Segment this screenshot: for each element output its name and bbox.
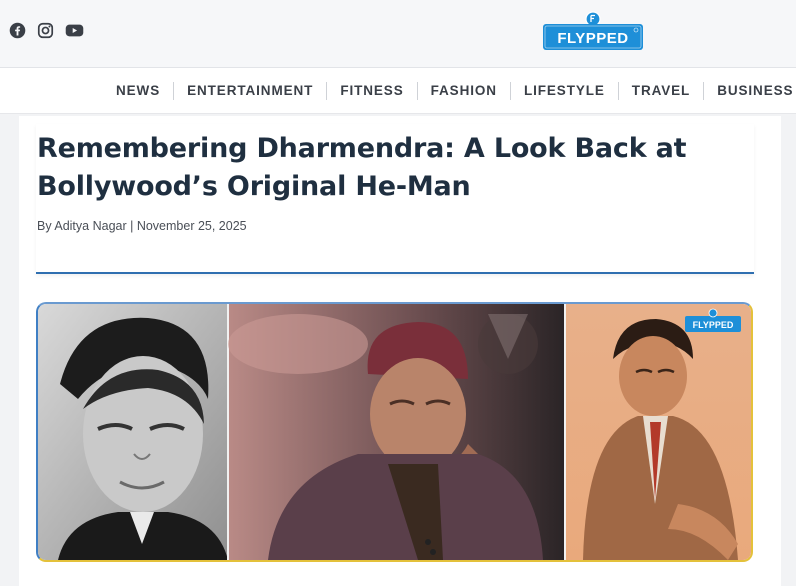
nav-item-lifestyle[interactable]: LIFESTYLE xyxy=(511,82,619,100)
nav-item-news[interactable]: NEWS xyxy=(102,82,175,100)
nav-item-business[interactable]: BUSINESS xyxy=(704,82,796,100)
portrait-bw-young xyxy=(38,304,228,560)
article-title: Remembering Dharmendra: A Look Back at B… xyxy=(37,133,687,202)
article-byline: By Aditya Nagar | November 25, 2025 xyxy=(37,219,247,233)
logo-text: FLYPPED xyxy=(557,30,628,47)
portrait-color-elder xyxy=(228,304,565,560)
portrait-vintage: FLYPPED xyxy=(566,304,751,560)
facebook-icon[interactable] xyxy=(9,22,27,40)
main-nav: NEWS ENTERTAINMENT FITNESS FASHION LIFES… xyxy=(102,68,796,114)
nav-item-fitness[interactable]: FITNESS xyxy=(327,82,418,100)
featured-image: FLYPPED xyxy=(36,302,753,562)
social-links xyxy=(9,22,85,40)
top-header: FLYPPED xyxy=(0,0,796,68)
flypped-logo[interactable]: FLYPPED xyxy=(542,11,644,51)
nav-item-fashion[interactable]: FASHION xyxy=(418,82,511,100)
youtube-icon[interactable] xyxy=(65,22,85,40)
watermark-text: FLYPPED xyxy=(693,320,734,330)
nav-item-travel[interactable]: TRAVEL xyxy=(619,82,705,100)
nav-item-entertainment[interactable]: ENTERTAINMENT xyxy=(174,82,328,100)
instagram-icon[interactable] xyxy=(37,22,55,40)
main-nav-bar: NEWS ENTERTAINMENT FITNESS FASHION LIFES… xyxy=(0,68,796,114)
